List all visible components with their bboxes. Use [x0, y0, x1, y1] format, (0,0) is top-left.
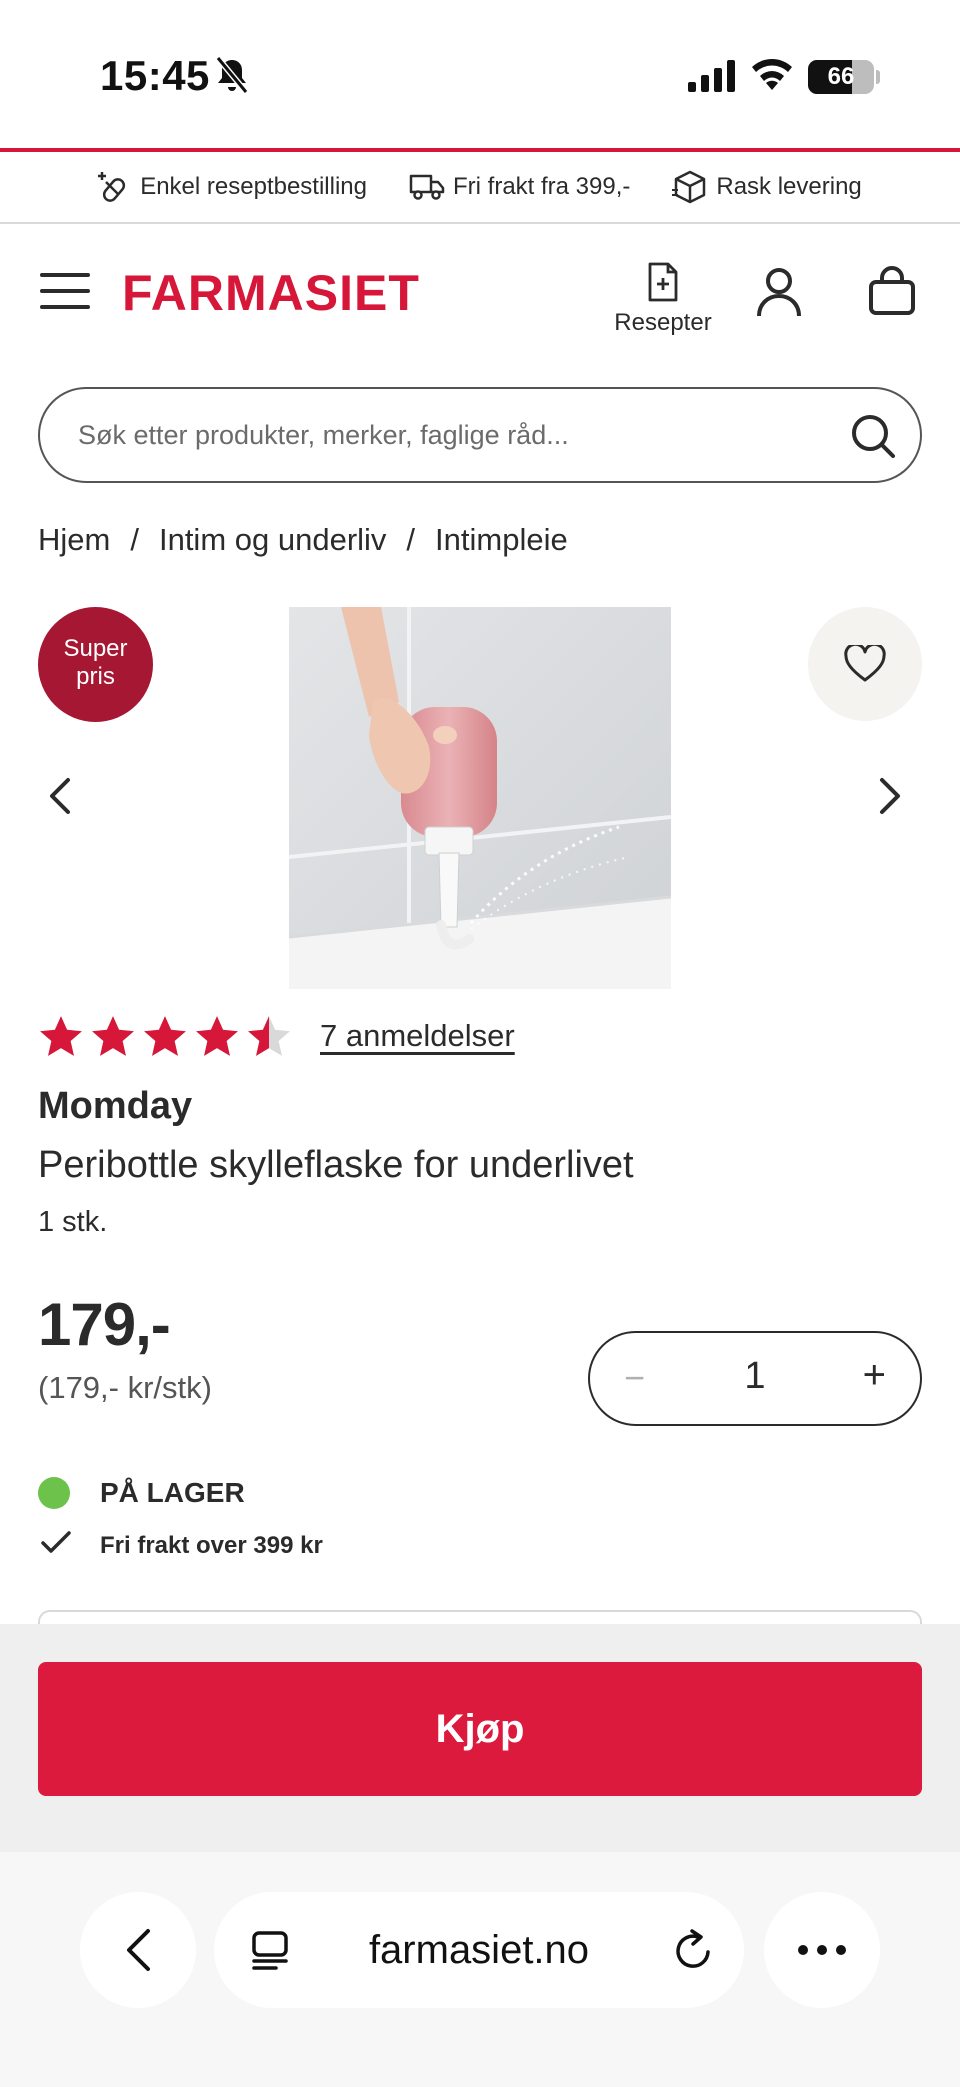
usp-label: Rask levering [716, 173, 862, 200]
star-icon [92, 1016, 134, 1056]
badge-line: pris [76, 663, 115, 690]
buy-button[interactable]: Kjøp [38, 1662, 922, 1796]
usp-item: Fri frakt fra 399,- [409, 172, 630, 202]
battery-level: 66 [827, 63, 855, 90]
site-header: FARMASIET Resepter [0, 226, 960, 356]
product-photo [289, 607, 671, 989]
increase-quantity-button[interactable]: + [863, 1353, 886, 1398]
free-shipping-note: Fri frakt over 399 kr [100, 1532, 323, 1559]
address-bar[interactable]: farmasiet.no [214, 1892, 744, 2008]
usp-bar: Enkel reseptbestilling Fri frakt fra 399… [0, 152, 960, 224]
product-image[interactable] [289, 607, 671, 989]
bell-muted-icon [215, 56, 249, 94]
breadcrumb: Hjem / Intim og underliv / Intimpleie [38, 522, 568, 558]
menu-button[interactable] [40, 273, 90, 309]
usp-item: Enkel reseptbestilling [98, 170, 367, 204]
truck-icon [409, 174, 445, 200]
checkmark-icon [41, 1531, 71, 1553]
status-bar: 15:45 66 [0, 0, 960, 148]
chevron-left-icon[interactable] [48, 776, 72, 816]
product-title: Peribottle skylleflaske for underlivet [38, 1144, 634, 1186]
url-text: farmasiet.no [368, 1928, 590, 1972]
cellular-signal-icon [688, 60, 735, 92]
star-icon [196, 1016, 238, 1056]
star-icon [248, 1016, 290, 1056]
breadcrumb-separator: / [130, 522, 139, 557]
package-icon [672, 170, 706, 204]
star-icon [40, 1016, 82, 1056]
pill-plus-icon [98, 172, 126, 202]
chevron-left-icon [127, 1929, 150, 1971]
chevron-right-icon[interactable] [878, 776, 902, 816]
unit-price: (179,- kr/stk) [38, 1370, 212, 1405]
prescription-document-icon [648, 262, 678, 302]
product-brand[interactable]: Momday [38, 1085, 192, 1128]
search-icon[interactable] [850, 413, 896, 459]
usp-item: Rask levering [672, 170, 862, 204]
reload-icon[interactable] [672, 1928, 714, 1972]
account-icon[interactable] [756, 266, 802, 318]
star-rating [38, 1014, 292, 1058]
wifi-icon [752, 59, 792, 90]
prescriptions-label: Resepter [614, 309, 712, 336]
breadcrumb-link[interactable]: Intimpleie [435, 522, 568, 558]
more-dots-icon [798, 1945, 846, 1955]
breadcrumb-link[interactable]: Hjem [38, 522, 110, 558]
favorite-button[interactable] [808, 607, 922, 721]
heart-icon [844, 645, 886, 682]
breadcrumb-link[interactable]: Intim og underliv [159, 522, 386, 558]
pack-size: 1 stk. [38, 1206, 108, 1238]
search-bar[interactable] [38, 387, 922, 483]
more-options-button[interactable] [764, 1892, 880, 2008]
battery-icon: 66 [808, 60, 874, 94]
badge-line: Super [63, 635, 128, 662]
stock-status: PÅ LAGER [100, 1477, 245, 1508]
browser-toolbar: farmasiet.no [0, 1852, 960, 2087]
product-price: 179,- [38, 1291, 171, 1358]
status-time: 15:45 [100, 52, 210, 99]
usp-label: Enkel reseptbestilling [140, 173, 367, 200]
breadcrumb-separator: / [406, 522, 416, 557]
search-input[interactable] [78, 389, 838, 481]
usp-label: Fri frakt fra 399,- [453, 173, 631, 200]
prescriptions-button[interactable]: Resepter [610, 262, 716, 337]
in-stock-indicator [38, 1477, 70, 1509]
farmasiet-logo[interactable]: FARMASIET [122, 264, 420, 322]
super-price-badge: Super pris [38, 607, 153, 722]
shopping-bag-icon[interactable] [868, 266, 916, 316]
star-icon [144, 1016, 186, 1056]
browser-back-button[interactable] [80, 1892, 196, 2008]
sticky-buy-bar: Kjøp [0, 1624, 960, 1852]
quantity-stepper: − 1 + [588, 1331, 922, 1426]
reviews-link[interactable]: 7 anmeldelser [320, 1018, 515, 1054]
